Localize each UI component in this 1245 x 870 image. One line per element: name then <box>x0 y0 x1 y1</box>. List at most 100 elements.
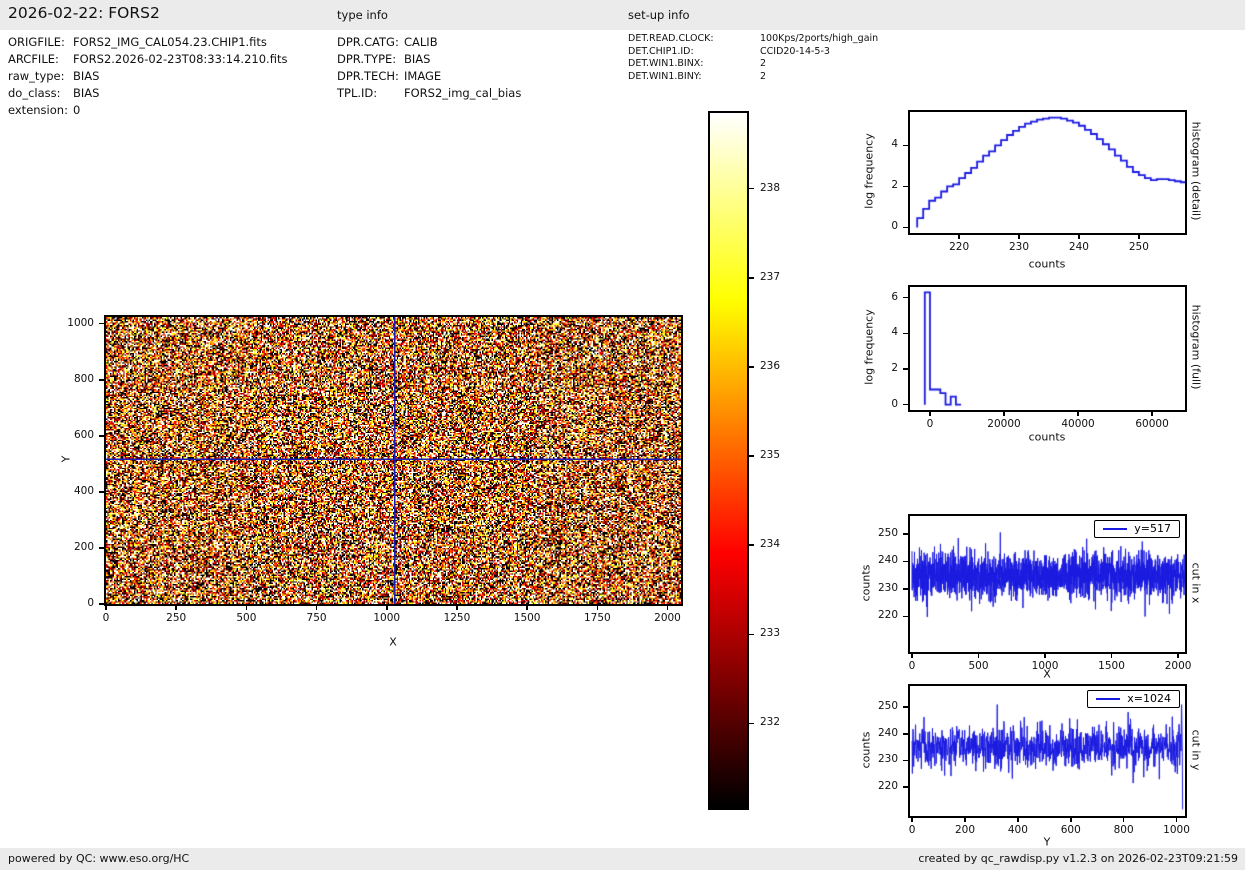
type-info-block: DPR.CATG: CALIB DPR.TYPE: BIAS DPR.TECH: IM… <box>337 34 521 102</box>
field-value: FORS2_img_cal_bias <box>404 86 522 100</box>
field-label: raw_type: <box>8 69 65 83</box>
y-tick-label: 800 <box>73 372 94 385</box>
footer-powered-by: powered by QC: www.eso.org/HC <box>8 852 190 865</box>
field-label: ARCFILE: <box>8 52 59 66</box>
field-label: ORIGFILE: <box>8 35 65 49</box>
x-tick-label: 1000 <box>1163 824 1190 836</box>
x-tick-mark <box>456 606 458 610</box>
setup-info-heading: set-up info <box>628 8 690 22</box>
y-tick-mark <box>903 332 908 335</box>
y-tick-mark <box>749 544 754 546</box>
cut-in-y-side-label: cut in y <box>1189 729 1203 771</box>
x-tick-mark <box>1078 235 1080 239</box>
x-tick-mark <box>977 654 980 658</box>
x-tick-mark <box>1044 654 1046 658</box>
field-value: IMAGE <box>404 69 442 83</box>
legend-label: x=1024 <box>1127 692 1171 705</box>
y-tick-mark <box>903 368 908 370</box>
field-value: FORS2.2026-02-23T08:33:14.210.fits <box>73 52 288 66</box>
x-tick-mark <box>105 606 107 610</box>
histogram-detail-canvas <box>910 112 1185 233</box>
y-tick-mark <box>99 322 104 325</box>
x-tick-label: 750 <box>306 612 327 624</box>
x-tick-mark <box>386 606 388 610</box>
field-label: TPL.ID: <box>337 86 378 100</box>
legend-line-sample <box>1103 527 1128 530</box>
y-tick-mark <box>903 588 908 590</box>
x-tick-mark <box>1175 818 1178 822</box>
setup-info-row: DET.WIN1.BINX: 2 <box>628 58 878 71</box>
y-tick-mark <box>903 615 908 618</box>
bias-image-canvas <box>106 317 681 604</box>
field-value: CALIB <box>404 35 438 49</box>
file-info-row: ARCFILE: FORS2.2026-02-23T08:33:14.210.fi… <box>8 51 287 68</box>
histogram-full-canvas <box>910 287 1185 410</box>
field-value: 2 <box>760 58 767 70</box>
type-info-row: DPR.CATG: CALIB <box>337 34 521 51</box>
x-tick-label: 1750 <box>583 612 611 624</box>
cut-in-x-plot: y=517 0 500 1000 1500 2000 220 230 240 250 <box>878 514 1191 672</box>
header-bar: 2026-02-22: FORS2 type info set-up info <box>0 0 1245 30</box>
y-tick-mark <box>903 144 908 147</box>
x-tick-mark <box>964 818 966 822</box>
field-label: DET.WIN1.BINY: <box>628 70 702 82</box>
y-tick-label: 0 <box>891 397 898 410</box>
x-tick-mark <box>1151 412 1153 416</box>
y-tick-label: 600 <box>73 428 94 441</box>
y-tick-mark <box>903 403 908 406</box>
y-tick-label: 400 <box>73 484 94 497</box>
y-tick-mark <box>903 733 908 735</box>
histogram-full-side-label: histogram (full) <box>1189 304 1203 390</box>
setup-info-block: DET.READ.CLOCK: 100Kps/2ports/high_gain D… <box>628 33 878 83</box>
y-tick-mark <box>903 759 908 762</box>
y-tick-mark <box>903 706 908 708</box>
field-value: BIAS <box>404 52 431 66</box>
x-tick-mark <box>1070 818 1072 822</box>
x-tick-mark <box>1122 818 1125 822</box>
x-tick-mark <box>175 606 177 610</box>
legend-label: y=517 <box>1134 522 1171 535</box>
setup-info-row: DET.CHIP1.ID: CCID20-14-5-3 <box>628 46 878 59</box>
footer-created-by: created by qc_rawdisp.py v1.2.3 on 2026-… <box>918 852 1238 865</box>
bias-image-ylabel: Y <box>59 455 73 463</box>
y-tick-label: 238 <box>760 181 781 194</box>
y-tick-label: 240 <box>877 726 898 739</box>
cut-in-x-ylabel: counts <box>859 564 873 602</box>
colorbar-canvas <box>710 113 747 808</box>
file-info-block: ORIGFILE: FORS2_IMG_CAL054.23.CHIP1.fits … <box>8 34 287 119</box>
cut-in-y-plot: x=1024 0 200 400 600 800 1000 220 230 240 250 <box>878 684 1190 836</box>
y-tick-label: 250 <box>877 700 898 713</box>
histogram-detail-ylabel: log frequency <box>862 133 876 209</box>
field-value: 100Kps/2ports/high_gain <box>760 33 879 44</box>
y-tick-mark <box>99 435 104 437</box>
field-value: 2 <box>760 70 767 82</box>
x-tick-label: 2000 <box>1164 660 1192 672</box>
histogram-full-xlabel: counts <box>1028 430 1066 444</box>
legend-line-sample <box>1096 697 1121 700</box>
cut-in-x-legend: y=517 <box>1094 520 1180 538</box>
setup-info-row: DET.WIN1.BINY: 2 <box>628 71 878 84</box>
y-tick-mark <box>99 603 104 605</box>
file-info-row: extension: 0 <box>8 102 287 119</box>
field-label: do_class: <box>8 86 61 100</box>
x-tick-label: 0 <box>102 612 110 624</box>
y-tick-mark <box>903 560 908 563</box>
y-tick-label: 233 <box>760 627 781 640</box>
x-tick-label: 500 <box>236 612 257 624</box>
field-value: 0 <box>73 103 81 117</box>
x-tick-mark <box>958 235 960 239</box>
y-tick-label: 230 <box>877 581 898 594</box>
y-tick-mark <box>903 185 908 188</box>
type-info-row: DPR.TECH: IMAGE <box>337 68 521 85</box>
setup-info-row: DET.READ.CLOCK: 100Kps/2ports/high_gain <box>628 33 878 46</box>
colorbar: 232 233 234 235 236 237 238 <box>708 111 780 810</box>
y-tick-label: 237 <box>760 270 781 283</box>
x-tick-mark <box>666 606 669 610</box>
histogram-detail-xlabel: counts <box>1028 257 1066 271</box>
x-tick-mark <box>911 654 913 658</box>
x-tick-mark <box>315 606 318 610</box>
type-info-row: TPL.ID: FORS2_img_cal_bias <box>337 85 521 102</box>
field-label: DPR.CATG: <box>337 35 399 49</box>
type-info-row: DPR.TYPE: BIAS <box>337 51 521 68</box>
field-label: DET.CHIP1.ID: <box>628 45 694 57</box>
